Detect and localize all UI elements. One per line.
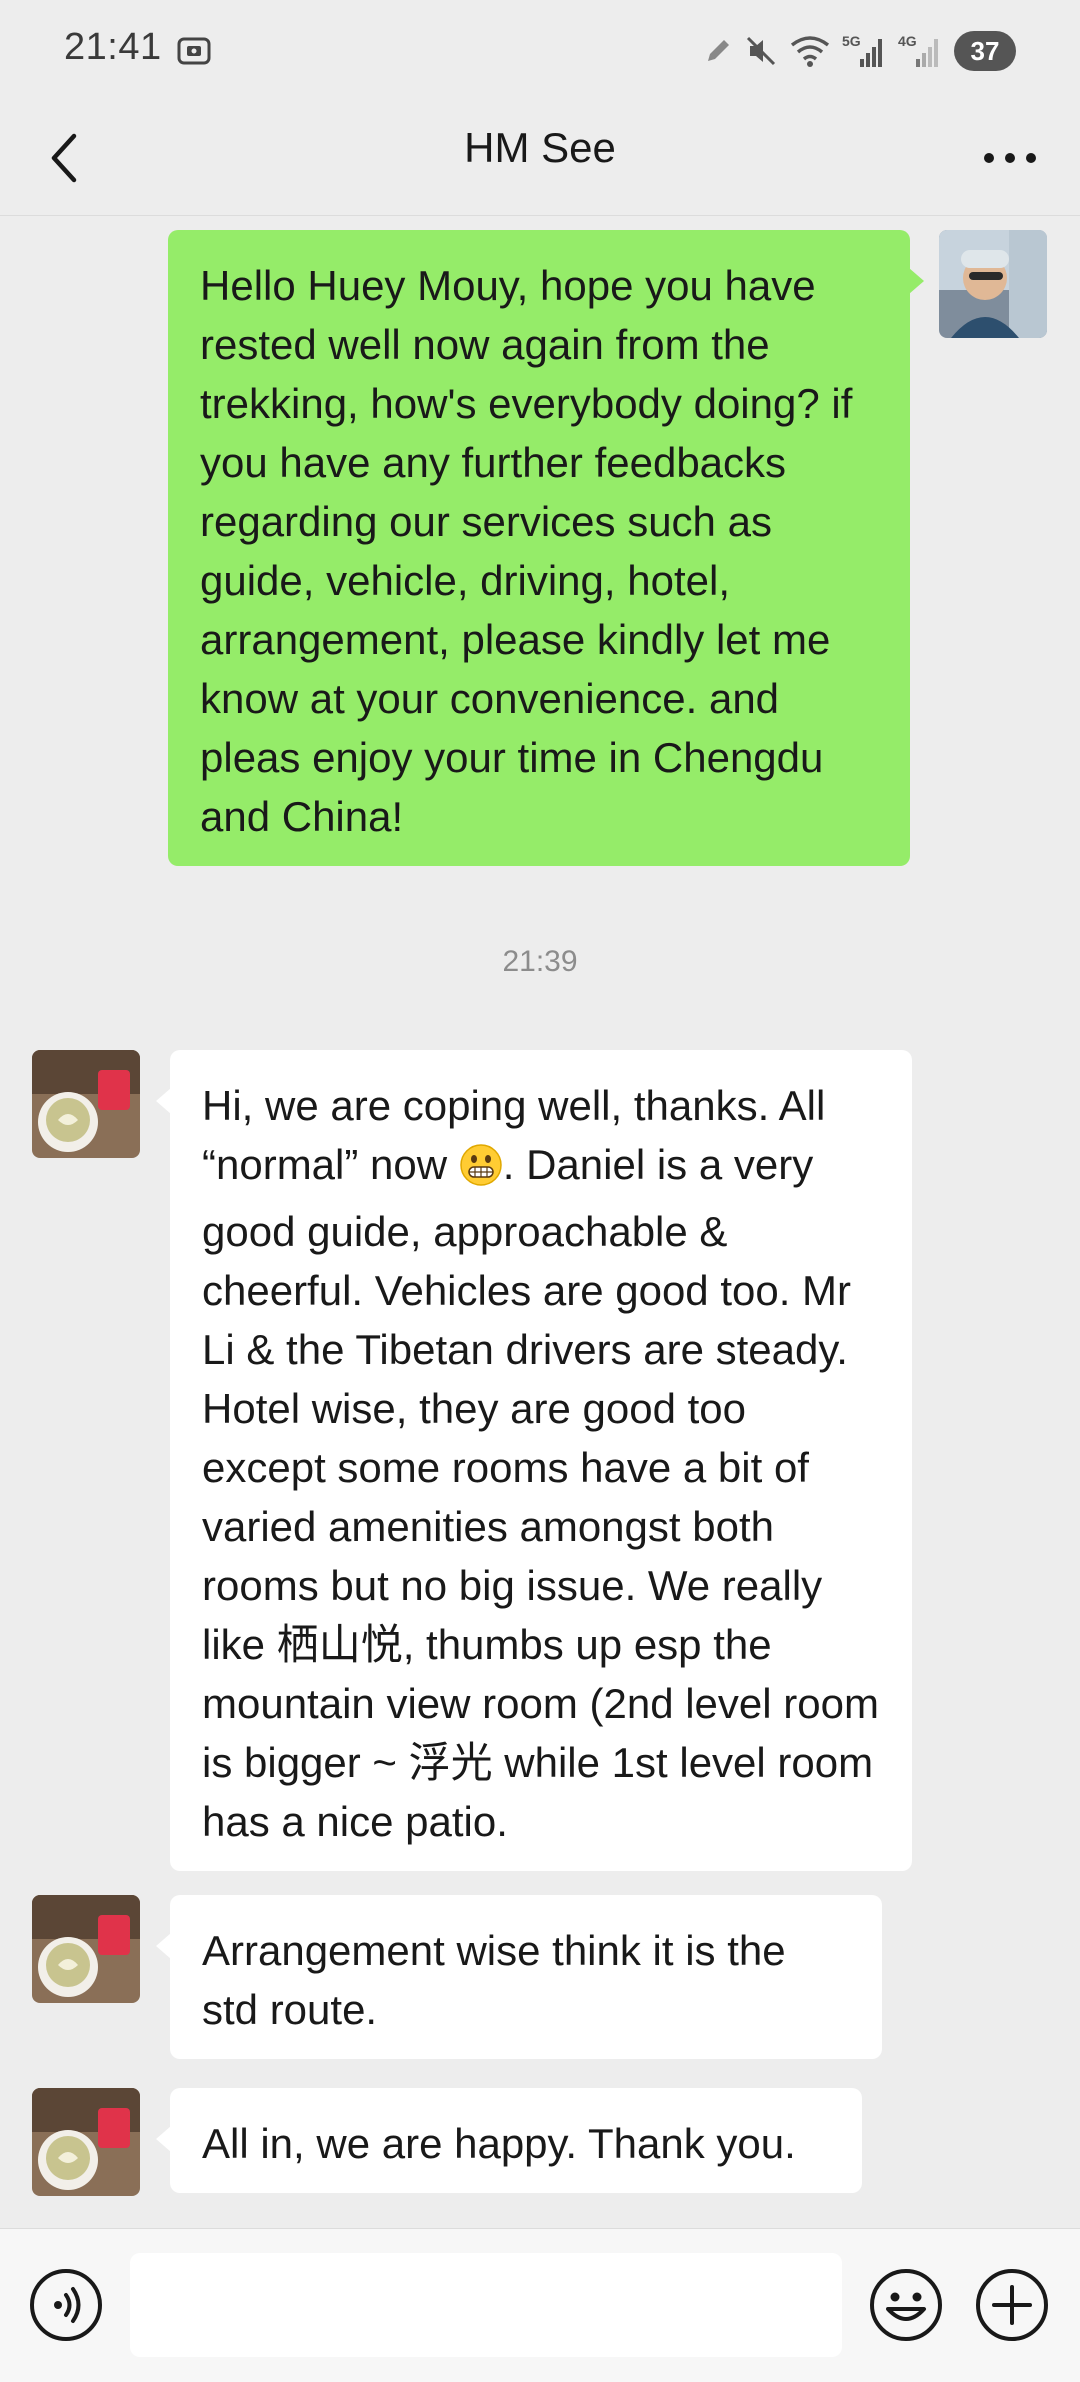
pen-icon	[702, 35, 734, 67]
voice-button[interactable]	[28, 2267, 104, 2348]
chat-title: HM See	[464, 124, 616, 171]
message-timestamp: 21:39	[502, 945, 578, 978]
status-icons: 5G 4G 37	[702, 26, 1016, 76]
battery-icon: 37	[954, 31, 1016, 71]
chat-header: HM See	[0, 100, 1080, 216]
message-bubble-received[interactable]: All in, we are happy. Thank you.	[156, 2088, 862, 2193]
status-bar: 21:41 5G 4G 37	[0, 0, 1080, 100]
status-time: 21:41	[64, 26, 162, 68]
signal-4g-icon: 4G	[898, 31, 944, 71]
message-bubble-sent[interactable]: Hello Huey Mouy, hope you have rested we…	[168, 230, 924, 866]
grimacing-face-icon	[459, 1143, 503, 1202]
screenshot-icon	[176, 34, 212, 73]
emoji-button[interactable]	[868, 2267, 944, 2348]
plus-icon	[976, 2269, 1048, 2341]
plus-button[interactable]	[974, 2267, 1050, 2348]
message-text-part2: . Daniel is a very good guide, approacha…	[202, 1141, 879, 1845]
wifi-icon	[788, 33, 832, 69]
mute-icon	[744, 34, 778, 68]
message-list[interactable]: Hello Huey Mouy, hope you have rested we…	[0, 216, 1080, 2228]
message-input[interactable]	[130, 2253, 842, 2357]
contact-avatar[interactable]	[32, 2088, 140, 2196]
signal-5g-icon: 5G	[842, 31, 888, 71]
contact-avatar[interactable]	[32, 1895, 140, 2003]
contact-avatar[interactable]	[32, 1050, 140, 1158]
input-bar	[0, 2228, 1080, 2382]
message-bubble-received[interactable]: Arrangement wise think it is the std rou…	[156, 1895, 882, 2059]
emoji-icon	[870, 2269, 942, 2341]
more-dots-icon	[984, 153, 1036, 163]
message-bubble-received[interactable]: Hi, we are coping well, thanks. All “nor…	[156, 1050, 912, 1871]
voice-icon	[30, 2269, 102, 2341]
more-button[interactable]	[970, 122, 1050, 194]
my-avatar[interactable]	[939, 230, 1047, 338]
